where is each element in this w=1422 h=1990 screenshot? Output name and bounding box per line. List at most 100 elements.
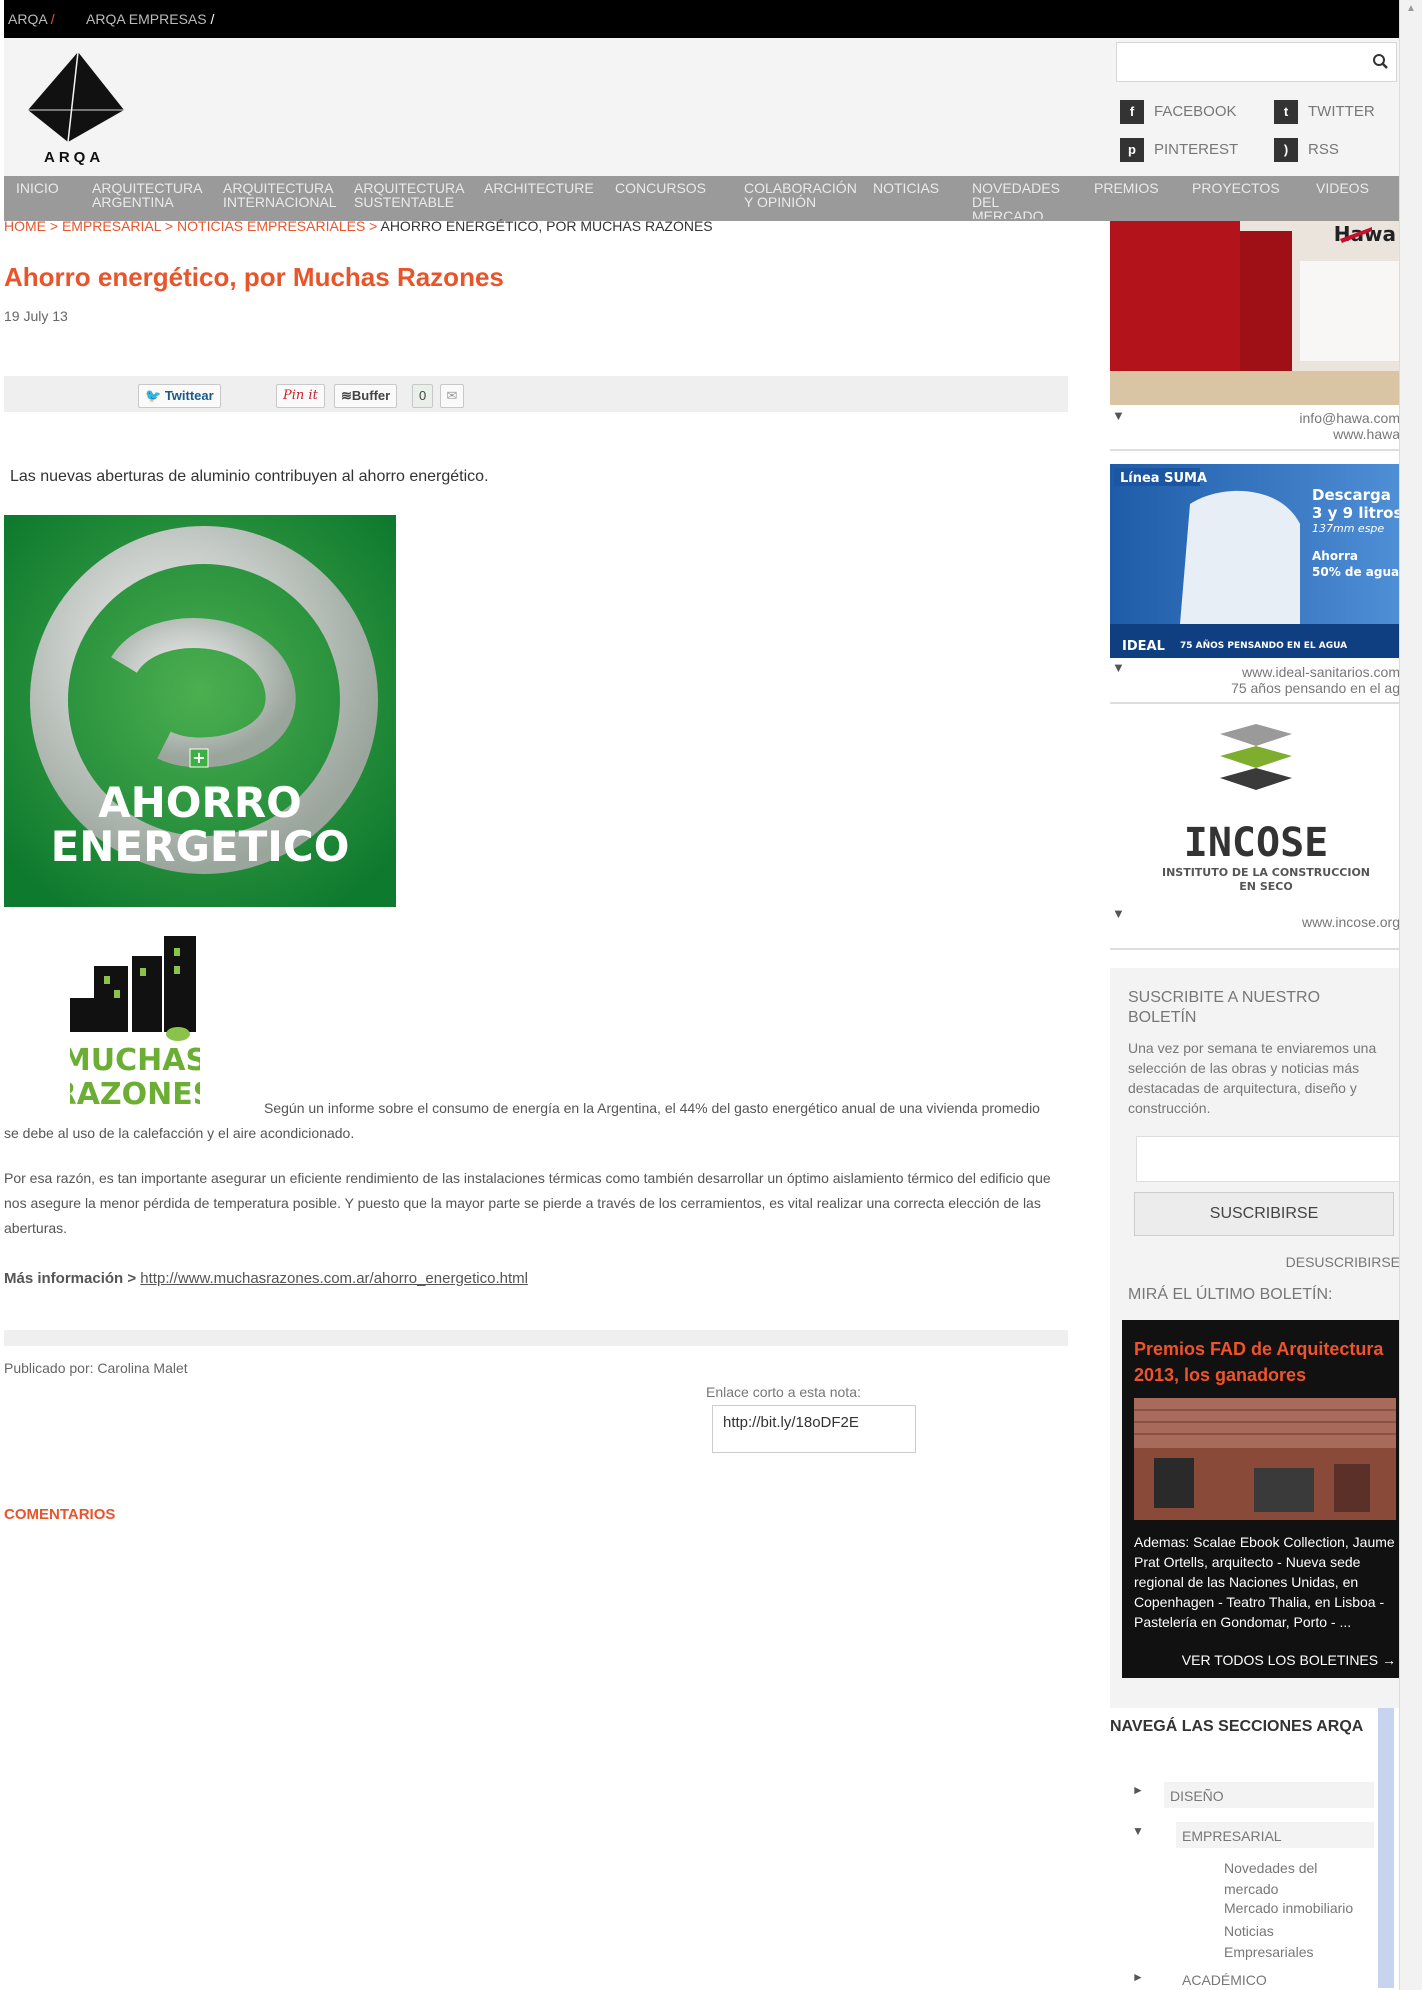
nav-item-arquitectura-argentina[interactable]: ARQUITECTURA ARGENTINA — [92, 181, 212, 209]
top-bar: ARQA / ARQA EMPRESAS / — [4, 0, 1400, 38]
scroll-up-icon[interactable]: ▲ — [1406, 3, 1416, 14]
section-item-diseno[interactable]: DISEÑO — [1170, 1788, 1224, 1804]
nav-item-arquitectura-sustentable[interactable]: ARQUITECTURA SUSTENTABLE — [354, 181, 474, 209]
nav-item-noticias[interactable]: NOTICIAS — [873, 181, 939, 195]
ad-expand-icon[interactable]: ▼ — [1112, 408, 1125, 423]
vertical-scrollbar[interactable]: ▲ — [1399, 0, 1422, 1990]
breadcrumb-noticias[interactable]: NOTICIAS EMPRESARIALES — [177, 219, 365, 233]
svg-text:INSTITUTO DE LA CONSTRUCCION: INSTITUTO DE LA CONSTRUCCION — [1162, 866, 1370, 879]
nav-item-novedades[interactable]: NOVEDADES DEL MERCADO — [972, 181, 1062, 219]
nav-item-proyectos[interactable]: PROYECTOS — [1192, 181, 1280, 195]
facebook-link[interactable]: f FACEBOOK — [1120, 100, 1237, 124]
svg-text:50% de agua: 50% de agua — [1312, 565, 1399, 579]
ideal-ad-banner[interactable]: Línea SUMA Descarga 3 y 9 litros 137mm e… — [1110, 464, 1400, 658]
breadcrumb: HOME > EMPRESARIAL > NOTICIAS EMPRESARIA… — [4, 219, 713, 233]
image-text-energetico: ENERGETICO — [51, 822, 350, 871]
latest-newsletter-card[interactable]: Premios FAD de Arquitectura 2013, los ga… — [1122, 1320, 1400, 1678]
incose-ad-text[interactable]: www.incose.org — [1302, 914, 1400, 930]
article-paragraph-1: Según un informe sobre el consumo de ene… — [4, 1100, 1040, 1141]
svg-text:+: + — [192, 748, 205, 767]
svg-text:Descarga: Descarga — [1312, 486, 1391, 504]
subsection-noticias-empresariales[interactable]: Noticias Empresariales — [1224, 1921, 1344, 1963]
short-link-label: Enlace corto a esta nota: — [706, 1384, 861, 1400]
svg-text:EN SECO: EN SECO — [1239, 880, 1292, 893]
top-link-arqa[interactable]: ARQA / — [8, 11, 55, 27]
ad-expand-icon[interactable]: ▼ — [1112, 906, 1125, 921]
pinterest-icon: p — [1120, 138, 1144, 162]
share-count: 0 — [412, 384, 434, 408]
newsletter-description: Una vez por semana te enviaremos una sel… — [1128, 1040, 1377, 1116]
newsletter-box: SUSCRIBITE A NUESTRO BOLETÍN Una vez por… — [1110, 968, 1402, 1708]
nav-item-colaboracion[interactable]: COLABORACIÓN Y OPINIÓN — [744, 181, 864, 209]
search-icon — [1373, 54, 1388, 69]
image-text-ahorro: AHORRO — [98, 778, 302, 827]
hawa-ad-banner[interactable]: Hawa — [1110, 221, 1400, 405]
ad-divider — [1110, 948, 1400, 950]
svg-text:3 y 9 litros: 3 y 9 litros — [1312, 504, 1400, 522]
email-icon: ✉ — [446, 388, 458, 403]
article-paragraph-2: Por esa razón, es tan importante asegura… — [4, 1170, 1051, 1236]
newsletter-title: SUSCRIBITE A NUESTRO BOLETÍN — [1128, 989, 1321, 1026]
all-newsletters-link[interactable]: VER TODOS LOS BOLETINES → — [1182, 1652, 1396, 1668]
email-share-button[interactable]: ✉ — [440, 384, 464, 408]
nav-item-inicio[interactable]: INICIO — [16, 181, 59, 195]
sections-title: NAVEGÁ LAS SECCIONES ARQA — [1110, 1718, 1364, 1735]
newsletter-email-input[interactable] — [1136, 1136, 1402, 1182]
collapsed-arrow-icon[interactable]: ► — [1132, 1970, 1144, 1984]
subsection-novedades[interactable]: Novedades del mercado — [1224, 1858, 1344, 1900]
buffer-icon: ≋ — [341, 388, 352, 403]
newsletter-thumbnail[interactable] — [1134, 1398, 1396, 1520]
more-info: Más información > http://www.muchasrazon… — [4, 1270, 528, 1287]
rss-icon: ) — [1274, 138, 1298, 162]
section-item-empresarial[interactable]: EMPRESARIAL — [1182, 1828, 1282, 1844]
nav-item-videos[interactable]: VIDEOS — [1316, 181, 1369, 195]
more-info-link[interactable]: http://www.muchasrazones.com.ar/ahorro_e… — [140, 1270, 528, 1287]
share-bar: 🐦 Twittear Pin it ≋Buffer 0 ✉ — [4, 376, 1068, 412]
pinterest-share-button[interactable]: Pin it — [276, 384, 325, 408]
incose-ad-banner[interactable]: INCOSE INSTITUTO DE LA CONSTRUCCION EN S… — [1110, 720, 1400, 904]
latest-newsletter-description: Ademas: Scalae Ebook Collection, Jaume P… — [1134, 1534, 1395, 1630]
unsubscribe-link[interactable]: DESUSCRIBIRSE — [1286, 1254, 1400, 1270]
article-title: Ahorro energético, por Muchas Razones — [4, 262, 504, 292]
ideal-ad-text[interactable]: www.ideal-sanitarios.com 75 años pensando… — [1231, 664, 1400, 696]
svg-text:Ahorra: Ahorra — [1312, 549, 1358, 563]
ideal-brand: IDEAL — [1122, 639, 1165, 654]
collapsed-arrow-icon[interactable]: ► — [1132, 1783, 1144, 1797]
top-link-arqa-empresas[interactable]: ARQA EMPRESAS / — [86, 11, 214, 27]
section-item-academico[interactable]: ACADÉMICO — [1182, 1972, 1267, 1988]
divider — [4, 1330, 1068, 1346]
short-link-field[interactable]: http://bit.ly/18oDF2E — [712, 1405, 916, 1453]
ad-divider — [1110, 449, 1400, 451]
svg-text:75 AÑOS PENSANDO EN EL AGUA: 75 AÑOS PENSANDO EN EL AGUA — [1180, 640, 1347, 651]
pinterest-link[interactable]: p PINTEREST — [1120, 138, 1238, 162]
nav-item-premios[interactable]: PREMIOS — [1094, 181, 1159, 195]
subsection-mercado-inmobiliario[interactable]: Mercado inmobiliario — [1224, 1900, 1374, 1916]
svg-text:137mm espe: 137mm espe — [1312, 522, 1384, 535]
mr-text-muchas: MUCHAS — [70, 1043, 200, 1078]
twitter-share-button[interactable]: 🐦 Twittear — [138, 384, 221, 408]
ahorro-energetico-image: + AHORRO ENERGETICO — [4, 515, 396, 907]
svg-text:Línea SUMA: Línea SUMA — [1120, 471, 1207, 486]
twitter-link[interactable]: t TWITTER — [1274, 100, 1375, 124]
ad-expand-icon[interactable]: ▼ — [1112, 660, 1125, 675]
nav-item-arquitectura-internacional[interactable]: ARQUITECTURA INTERNACIONAL — [223, 181, 347, 209]
breadcrumb-home[interactable]: HOME — [4, 219, 46, 233]
subscribe-button[interactable]: SUSCRIBIRSE — [1134, 1192, 1394, 1236]
nav-item-architecture[interactable]: ARCHITECTURE — [484, 181, 594, 195]
incose-brand: INCOSE — [1184, 820, 1329, 866]
rss-link[interactable]: ) RSS — [1274, 138, 1339, 162]
main-nav: INICIO ARQUITECTURA ARGENTINA ARQUITECTU… — [4, 176, 1400, 221]
nav-item-concursos[interactable]: CONCURSOS — [615, 181, 706, 195]
expanded-arrow-icon[interactable]: ▼ — [1132, 1824, 1144, 1838]
buffer-share-button[interactable]: ≋Buffer — [334, 384, 398, 408]
article-intro: Las nuevas aberturas de aluminio contrib… — [10, 468, 489, 485]
ad-divider — [1110, 702, 1400, 704]
comments-heading: COMENTARIOS — [4, 1506, 116, 1523]
sections-accent — [1378, 1708, 1394, 1988]
arqa-logo[interactable] — [26, 50, 126, 150]
search-input[interactable] — [1116, 42, 1370, 82]
search-button[interactable] — [1366, 42, 1397, 82]
breadcrumb-empresarial[interactable]: EMPRESARIAL — [62, 219, 161, 233]
latest-newsletter-title[interactable]: Premios FAD de Arquitectura 2013, los ga… — [1134, 1336, 1394, 1388]
hawa-ad-text[interactable]: info@hawa.com www.hawa — [1299, 410, 1400, 442]
